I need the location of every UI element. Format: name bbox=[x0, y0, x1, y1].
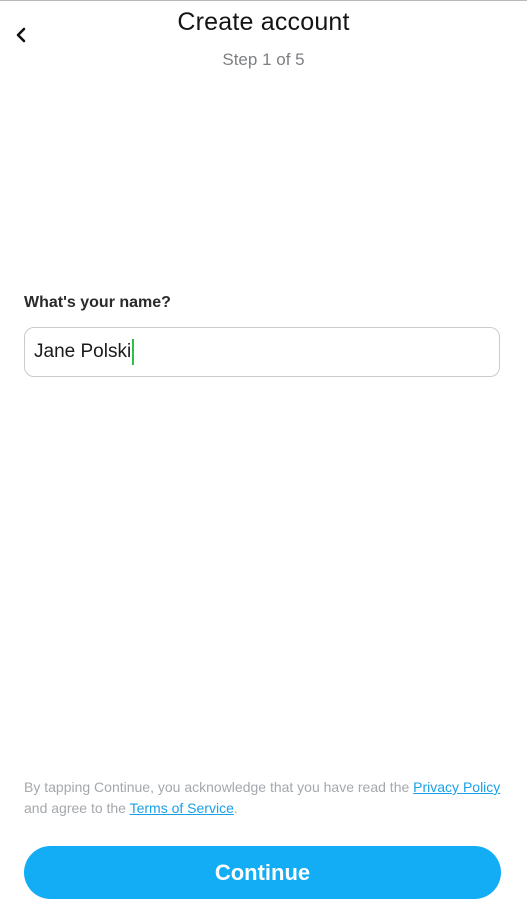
legal-notice: By tapping Continue, you acknowledge tha… bbox=[24, 777, 504, 819]
text-caret bbox=[132, 339, 135, 365]
name-input[interactable]: Jane Polski bbox=[24, 327, 500, 377]
page-title: Create account bbox=[177, 8, 350, 36]
name-field-label: What's your name? bbox=[24, 294, 171, 311]
privacy-policy-link[interactable]: Privacy Policy bbox=[413, 779, 500, 795]
terms-of-service-link[interactable]: Terms of Service bbox=[130, 800, 234, 816]
continue-button-label: Continue bbox=[214, 859, 311, 885]
continue-button[interactable]: Continue bbox=[24, 846, 501, 899]
legal-text-after: . bbox=[233, 800, 238, 816]
legal-text-before: By tapping Continue, you acknowledge tha… bbox=[24, 779, 414, 795]
step-indicator: Step 1 of 5 bbox=[222, 50, 305, 69]
name-input-value: Jane Polski bbox=[34, 341, 132, 362]
top-divider bbox=[0, 0, 527, 1]
legal-text-middle: and agree to the bbox=[24, 800, 130, 816]
